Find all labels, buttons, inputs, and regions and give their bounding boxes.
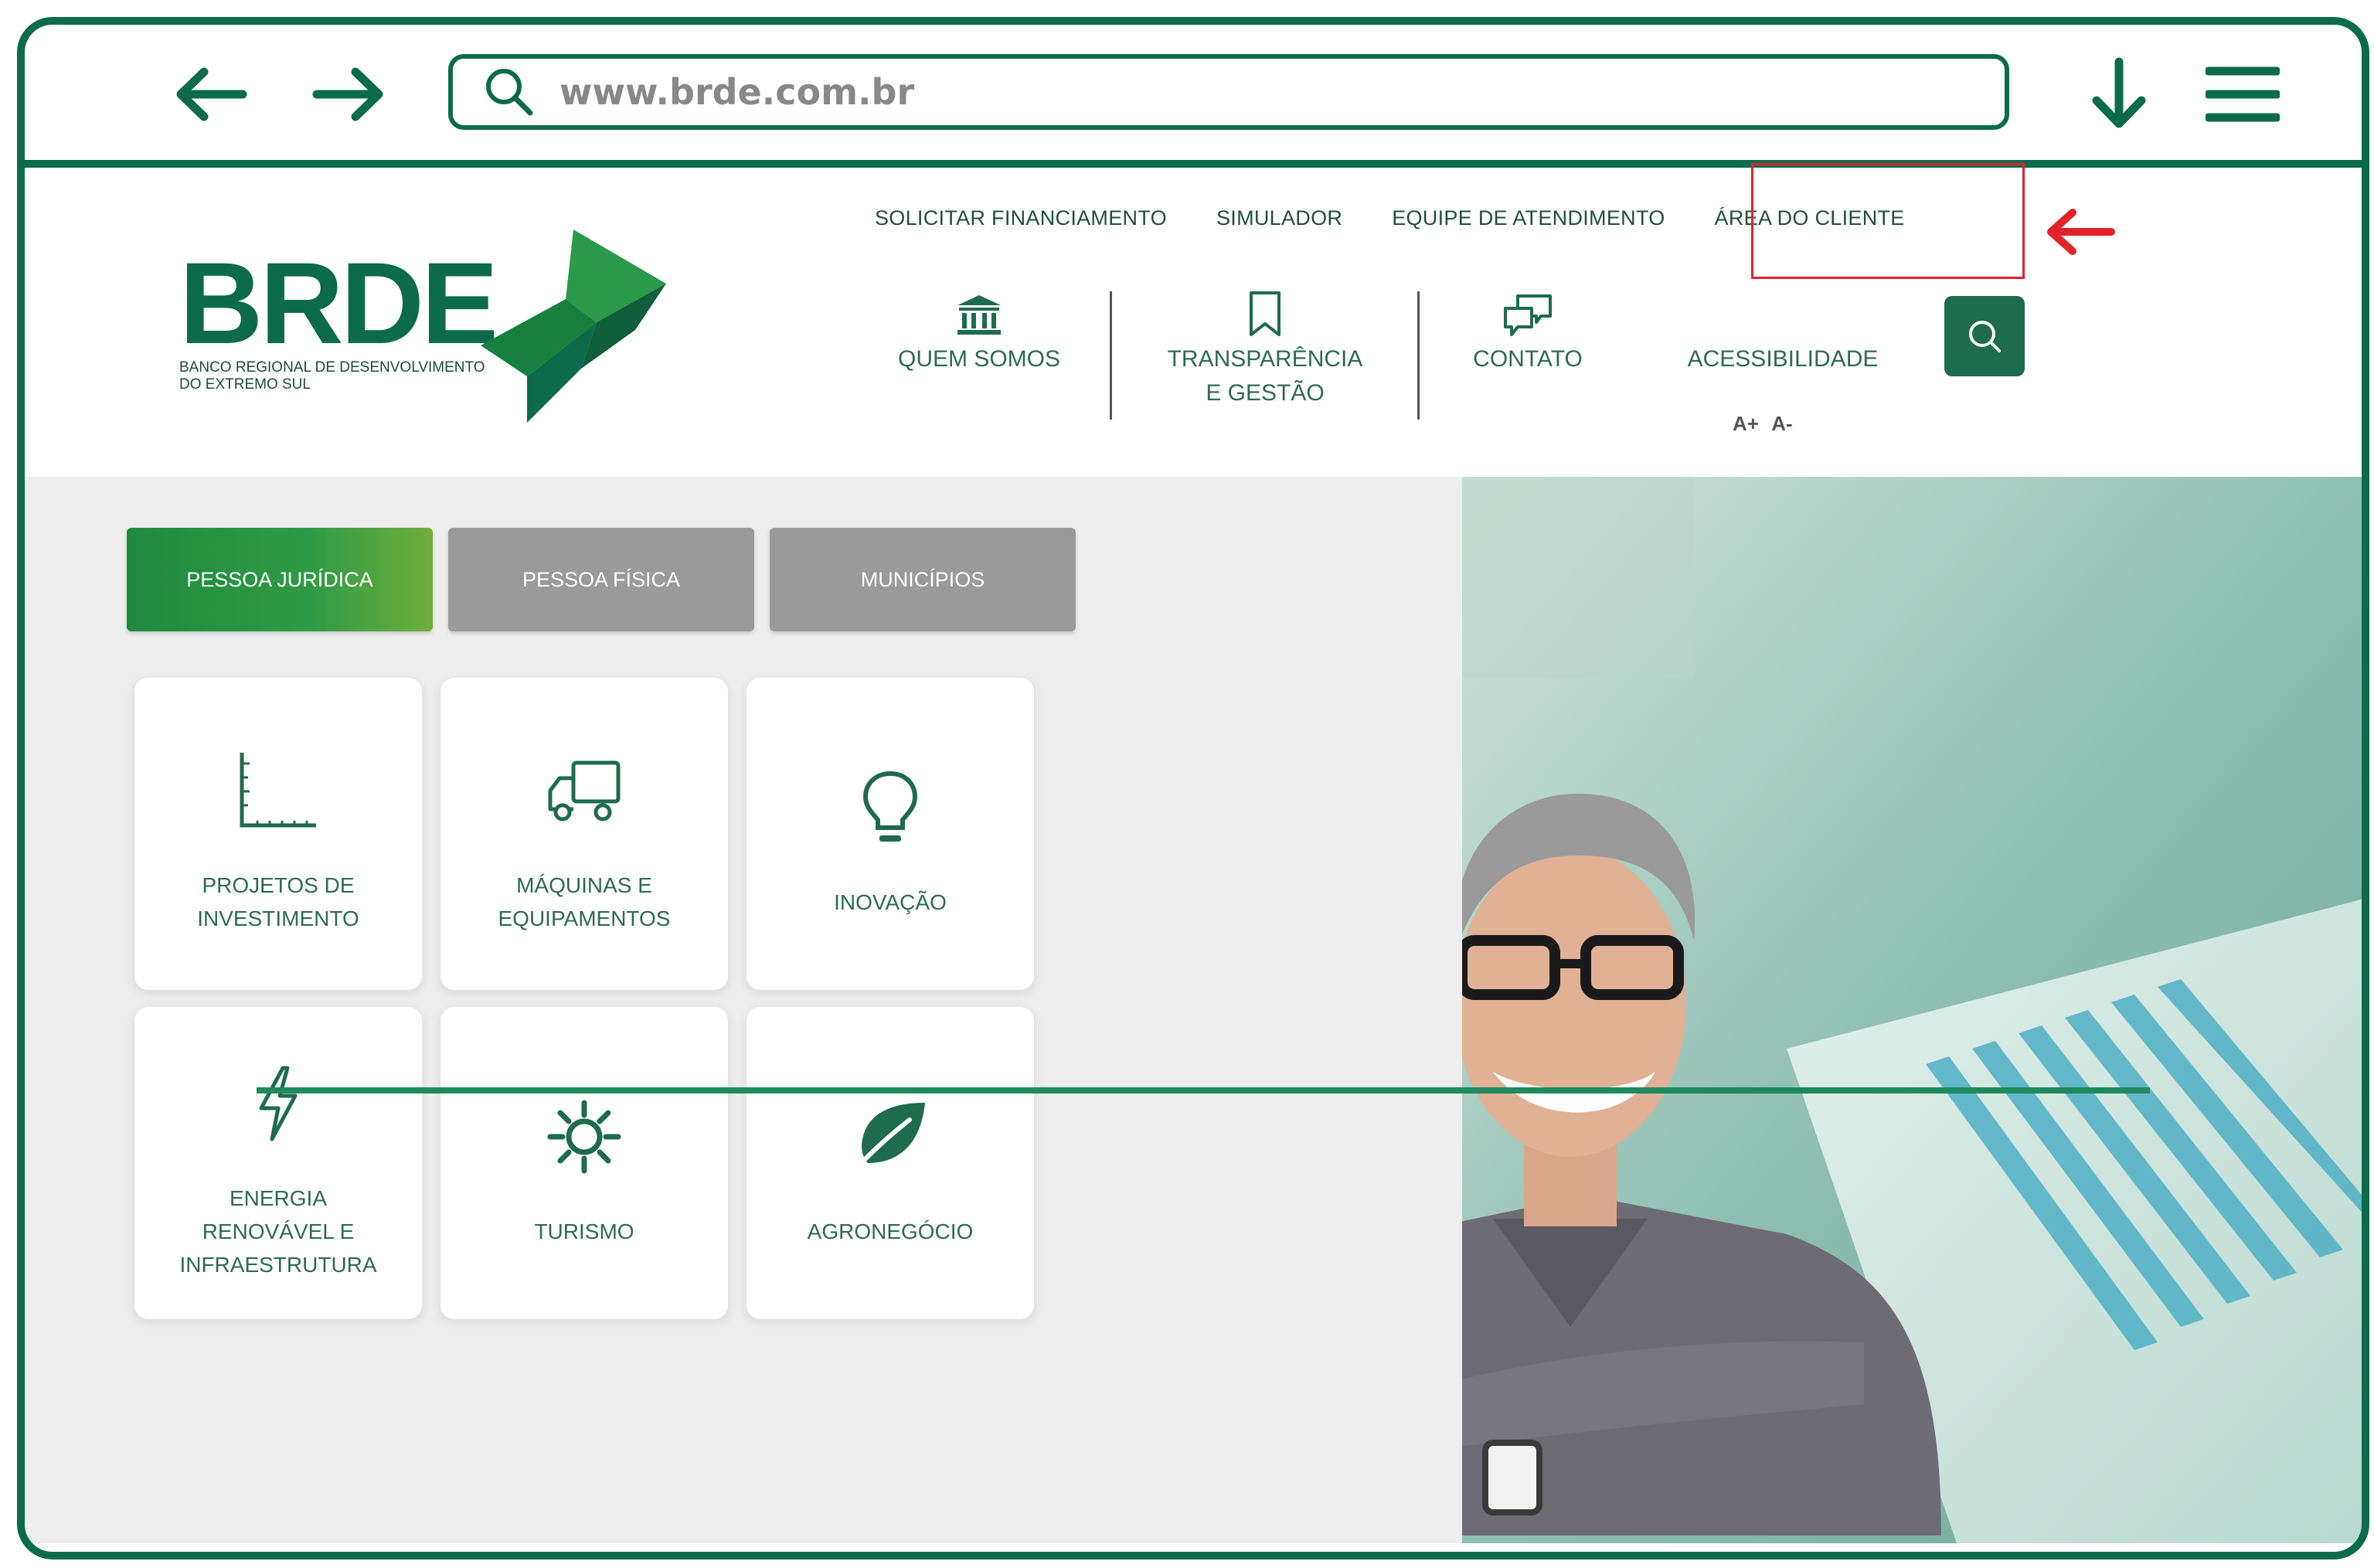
nav-divider	[1417, 291, 1420, 420]
link-equipe-atendimento[interactable]: EQUIPE DE ATENDIMENTO	[1392, 206, 1665, 230]
card-label: TURISMO	[534, 1219, 634, 1243]
bookmark-icon	[1122, 284, 1408, 338]
url-text: www.brde.com.br	[559, 71, 915, 113]
brde-logo[interactable]: BRDE BANCO REGIONAL DE DESENVOLVIMENTO D…	[179, 230, 674, 430]
segment-tabs: PESSOA JURÍDICA PESSOA FÍSICA MUNICÍPIOS	[127, 528, 1076, 631]
hero-image	[1462, 477, 2362, 1543]
nav-divider	[1110, 291, 1112, 420]
card-label: INOVAÇÃO	[834, 889, 947, 914]
card-agronegocio[interactable]: AGRONEGÓCIO	[747, 1007, 1034, 1319]
arrow-right-icon	[312, 67, 383, 121]
card-label: EQUIPAMENTOS	[498, 906, 671, 930]
tab-pessoa-fisica[interactable]: PESSOA FÍSICA	[448, 528, 754, 631]
menu-button[interactable]	[2204, 63, 2281, 125]
browser-toolbar: www.brde.com.br	[25, 25, 2362, 168]
nav-quem-somos[interactable]: QUEM SOMOS	[859, 284, 1099, 376]
top-links: SOLICITAR FINANCIAMENTO SIMULADOR EQUIPE…	[875, 206, 1954, 230]
font-size-controls: A+ A-	[1733, 412, 1801, 436]
card-label: MÁQUINAS E	[516, 873, 652, 897]
card-label: ENERGIA	[229, 1185, 328, 1210]
card-turismo[interactable]: TURISMO	[440, 1007, 728, 1319]
tab-municipios[interactable]: MUNICÍPIOS	[770, 528, 1076, 631]
back-button[interactable]	[172, 63, 249, 125]
red-arrow-icon	[2047, 209, 2115, 255]
logo-wordmark: BRDE	[179, 238, 498, 368]
logo-subtitle: BANCO REGIONAL DE DESENVOLVIMENTO DO EXT…	[179, 359, 485, 393]
lightbulb-icon	[861, 750, 920, 866]
font-increase-button[interactable]: A+	[1733, 412, 1759, 435]
forward-button[interactable]	[311, 63, 388, 125]
nav-transparencia[interactable]: TRANSPARÊNCIA E GESTÃO	[1122, 284, 1408, 410]
card-label: AGRONEGÓCIO	[807, 1219, 974, 1243]
card-energia-renovavel[interactable]: ENERGIA RENOVÁVEL E INFRAESTRUTURA	[134, 1007, 422, 1319]
arrow-down-icon	[2092, 57, 2146, 128]
slider-progress-bar	[257, 1087, 2150, 1094]
card-maquinas-equipamentos[interactable]: MÁQUINAS E EQUIPAMENTOS	[440, 678, 728, 990]
card-inovacao[interactable]: INOVAÇÃO	[747, 678, 1034, 990]
nav-acessibilidade[interactable]: ACESSIBILIDADE	[1663, 342, 1903, 376]
link-solicitar-financiamento[interactable]: SOLICITAR FINANCIAMENTO	[875, 206, 1167, 230]
main-content: PESSOA JURÍDICA PESSOA FÍSICA MUNICÍPIOS…	[25, 477, 2362, 1543]
nav-contato[interactable]: CONTATO	[1439, 284, 1617, 376]
truck-icon	[546, 733, 623, 849]
leaf-icon	[848, 1079, 933, 1195]
card-label: INFRAESTRUTURA	[179, 1252, 377, 1277]
chart-axes-icon	[236, 733, 321, 849]
link-area-do-cliente[interactable]: ÁREA DO CLIENTE	[1715, 206, 1905, 230]
download-button[interactable]	[2080, 57, 2158, 128]
device-frame: www.brde.com.br BRDE BANCO REGIONAL DE D…	[17, 17, 2369, 1559]
bank-icon	[859, 284, 1099, 338]
search-icon	[1969, 321, 2001, 352]
search-icon	[484, 65, 538, 119]
product-cards: PROJETOS DE INVESTIMENTO MÁQUINAS E EQUI…	[134, 678, 1034, 1319]
arrow-left-icon	[176, 67, 247, 121]
sun-icon	[546, 1079, 623, 1195]
site-search-button[interactable]	[1944, 296, 2025, 376]
logo-mark-icon	[481, 230, 666, 423]
chat-bubbles-icon	[1439, 284, 1617, 338]
font-decrease-button[interactable]: A-	[1771, 412, 1792, 435]
hamburger-menu-icon	[2206, 66, 2280, 122]
card-projetos-investimento[interactable]: PROJETOS DE INVESTIMENTO	[134, 678, 422, 990]
card-label: PROJETOS DE	[202, 873, 355, 897]
site-header: BRDE BANCO REGIONAL DE DESENVOLVIMENTO D…	[25, 163, 2362, 477]
tab-pessoa-juridica[interactable]: PESSOA JURÍDICA	[127, 528, 433, 631]
card-label: INVESTIMENTO	[197, 906, 359, 930]
link-simulador[interactable]: SIMULADOR	[1216, 206, 1342, 230]
lightning-icon	[255, 1046, 301, 1162]
card-label: RENOVÁVEL E	[202, 1219, 355, 1243]
address-bar[interactable]: www.brde.com.br	[448, 54, 2009, 130]
